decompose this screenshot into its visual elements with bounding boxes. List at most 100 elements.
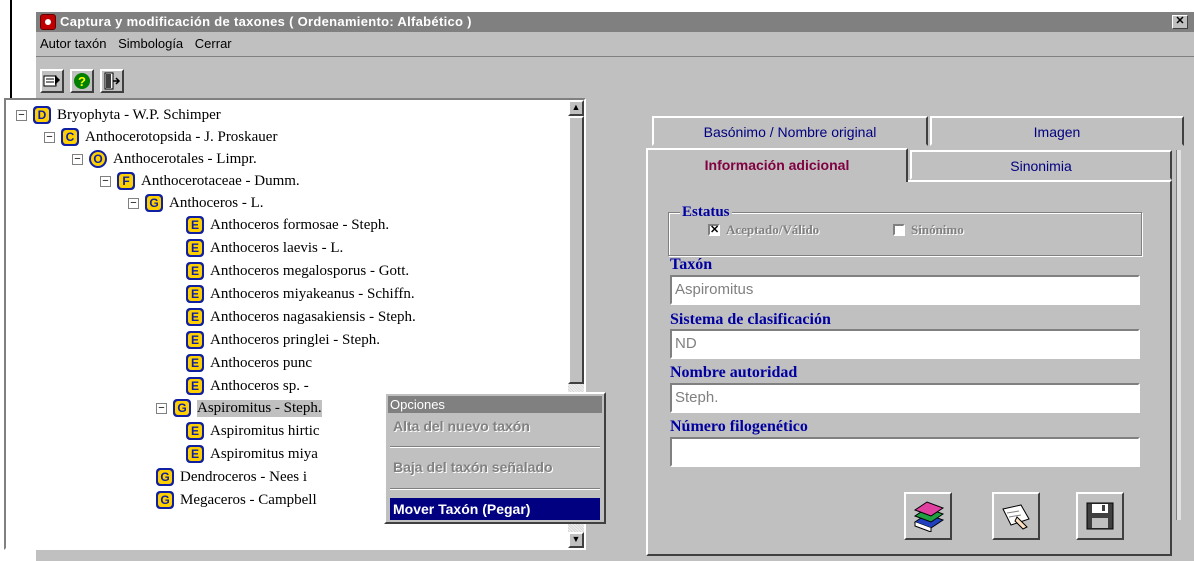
scroll-thumb[interactable] — [568, 116, 584, 384]
help-icon: ? — [74, 73, 90, 89]
rank-e-icon: E — [186, 239, 204, 257]
aceptado-checkbox[interactable]: ✕ Aceptado/Válido — [708, 222, 819, 238]
rank-e-icon: E — [186, 308, 204, 326]
tab-informacion-adicional[interactable]: Información adicional — [646, 148, 908, 182]
tree-node[interactable]: − F Anthocerotaceae - Dumm. — [100, 170, 300, 192]
context-menu: Opciones Alta del nuevo taxón Baja del t… — [384, 392, 606, 524]
rank-c-icon: C — [61, 128, 79, 146]
svg-text:?: ? — [78, 74, 86, 89]
tree-node-label: Aspiromitus - Steph. — [197, 399, 322, 417]
tree-node[interactable]: − D Bryophyta - W.P. Schimper — [16, 104, 221, 126]
checkbox-unchecked-icon — [893, 224, 905, 236]
tree-node-label: Aspiromitus hirtic — [210, 422, 320, 439]
rank-e-icon: E — [186, 285, 204, 303]
tree-node[interactable]: E Anthoceros megalosporus - Gott. — [186, 260, 409, 282]
scroll-down-button[interactable]: ▼ — [568, 532, 584, 548]
books-button[interactable] — [904, 492, 952, 540]
collapse-toggle[interactable]: − — [156, 402, 167, 414]
tree-node[interactable]: E Anthoceros pringlei - Steph. — [186, 329, 380, 351]
edit-hand-icon — [1002, 504, 1030, 530]
menu-cerrar[interactable]: Cerrar — [191, 34, 236, 54]
context-menu-header: Opciones — [388, 396, 602, 413]
rank-g-icon: G — [145, 194, 163, 212]
app-bug-icon — [40, 14, 56, 30]
tree-node-label: Anthoceros megalosporus - Gott. — [210, 262, 410, 279]
sinonimo-checkbox[interactable]: Sinónimo — [893, 222, 964, 238]
tree-node[interactable]: E Anthoceros laevis - L. — [186, 237, 343, 259]
tree-node-label: Anthocerotales - Limpr. — [113, 150, 257, 167]
aceptado-label: Aceptado/Válido — [726, 222, 820, 237]
toolbar: ? — [36, 56, 1194, 97]
window-right-border — [1176, 150, 1181, 520]
tree-node[interactable]: − C Anthocerotopsida - J. Proskauer — [44, 126, 277, 148]
tree-node-label: Anthoceros - L. — [169, 194, 264, 211]
tab-sinonimia[interactable]: Sinonimia — [910, 150, 1172, 180]
tree-node-label: Aspiromitus miya — [210, 445, 318, 462]
tree-node[interactable]: E Anthoceros nagasakiensis - Steph. — [186, 306, 416, 328]
title-bar[interactable]: Captura y modificación de taxones ( Orde… — [36, 12, 1194, 32]
sistema-label: Sistema de clasificación — [670, 311, 831, 328]
taxon-tool-button[interactable] — [40, 69, 64, 93]
tree-node[interactable]: E Anthoceros punc — [186, 352, 312, 374]
autoridad-field[interactable]: Steph. — [670, 383, 1140, 413]
menu-autor-taxon[interactable]: Autor taxón — [36, 34, 111, 54]
tree-node[interactable]: G Megaceros - Campbell — [156, 489, 317, 511]
tree-node-label: Anthoceros miyakeanus - Schiffn. — [210, 285, 415, 302]
tree-node[interactable]: E Anthoceros formosae - Steph. — [186, 214, 389, 236]
rank-g-icon: G — [156, 468, 174, 486]
tree-node-label: Anthoceros pringlei - Steph. — [210, 331, 380, 348]
tree-node-label: Anthoceros nagasakiensis - Steph. — [210, 308, 416, 325]
tree-node-label: Anthoceros laevis - L. — [210, 239, 344, 256]
taxon-label: Taxón — [670, 256, 713, 273]
rank-e-icon: E — [186, 331, 204, 349]
rank-g-icon: G — [156, 491, 174, 509]
menu-item-mover[interactable]: Mover Taxón (Pegar) — [390, 498, 600, 520]
tree-node-label: Anthoceros sp. - — [210, 377, 309, 394]
tree-node[interactable]: E Anthoceros miyakeanus - Schiffn. — [186, 283, 415, 305]
tree-node[interactable]: − O Anthocerotales - Limpr. — [72, 148, 257, 170]
tree-node[interactable]: − G Anthoceros - L. — [128, 192, 264, 214]
close-button[interactable]: ✕ — [1172, 15, 1188, 29]
menu-item-alta[interactable]: Alta del nuevo taxón — [390, 415, 600, 437]
filogenetico-field[interactable] — [670, 437, 1140, 467]
tree-node-label: Bryophyta - W.P. Schimper — [57, 106, 221, 123]
help-button[interactable]: ? — [70, 69, 94, 93]
tree-node[interactable]: E Aspiromitus miya — [186, 443, 318, 465]
tab-imagen[interactable]: Imagen — [930, 116, 1184, 146]
exit-icon — [104, 72, 121, 90]
autoridad-label: Nombre autoridad — [670, 364, 798, 381]
taxon-field[interactable]: Aspiromitus — [670, 275, 1140, 305]
rank-g-icon: G — [173, 399, 191, 417]
save-button[interactable] — [1076, 492, 1124, 540]
collapse-toggle[interactable]: − — [16, 109, 27, 121]
rank-e-icon: E — [186, 422, 204, 440]
rank-e-icon: E — [186, 354, 204, 372]
rank-f-icon: F — [117, 172, 135, 190]
save-disk-icon — [1086, 502, 1114, 530]
rank-e-icon: E — [186, 377, 204, 395]
tab-basonimo[interactable]: Basónimo / Nombre original — [652, 116, 928, 146]
menu-bar: Autor taxón Simbología Cerrar — [36, 34, 236, 54]
taxon-tool-icon — [43, 75, 60, 87]
tree-node[interactable]: E Aspiromitus hirtic — [186, 420, 320, 442]
rank-e-icon: E — [186, 216, 204, 234]
tree-node-selected[interactable]: − G Aspiromitus - Steph. — [156, 397, 322, 419]
sistema-field[interactable]: ND — [670, 329, 1140, 359]
tree-node-label: Anthoceros formosae - Steph. — [210, 216, 390, 233]
tree-node[interactable]: E Anthoceros sp. - — [186, 375, 309, 397]
menu-item-baja[interactable]: Baja del taxón señalado — [390, 456, 600, 478]
tree-node[interactable]: G Dendroceros - Nees i — [156, 466, 307, 488]
filogenetico-label: Número filogenético — [670, 418, 808, 435]
scroll-up-button[interactable]: ▲ — [568, 100, 584, 116]
collapse-toggle[interactable]: − — [100, 175, 111, 187]
window-title: Captura y modificación de taxones ( Orde… — [60, 14, 472, 29]
tree-node-label: Dendroceros - Nees i — [180, 468, 308, 485]
books-icon — [913, 501, 945, 532]
menu-simbologia[interactable]: Simbología — [114, 34, 187, 54]
collapse-toggle[interactable]: − — [44, 131, 55, 143]
edit-button[interactable] — [992, 492, 1040, 540]
collapse-toggle[interactable]: − — [128, 197, 139, 209]
exit-button[interactable] — [100, 69, 124, 93]
tree-node-label: Anthocerotopsida - J. Proskauer — [85, 128, 278, 145]
collapse-toggle[interactable]: − — [72, 153, 83, 165]
